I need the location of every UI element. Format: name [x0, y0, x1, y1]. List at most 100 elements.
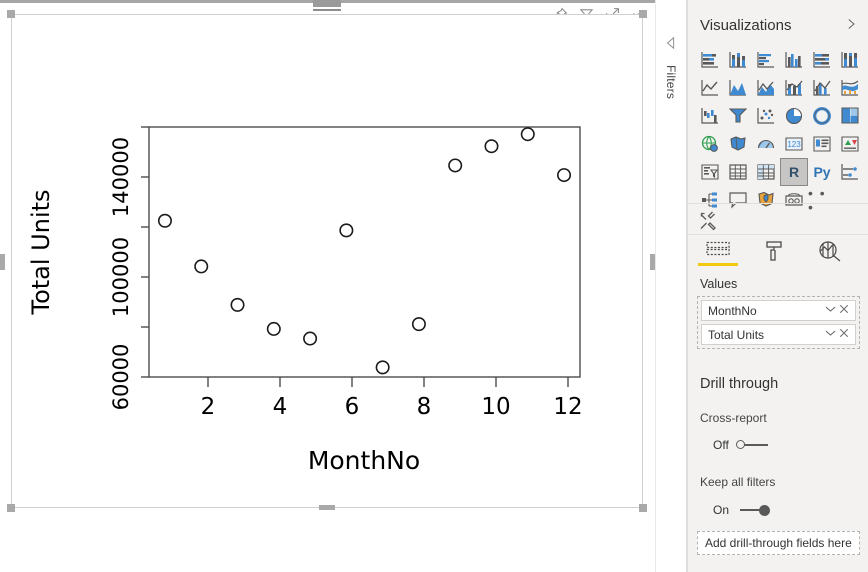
kpi-visual[interactable]: [836, 130, 864, 158]
data-point-series: [157, 127, 572, 375]
cross-report-label: Cross-report: [700, 411, 767, 425]
pie-chart[interactable]: [780, 102, 808, 130]
analytics-magnifier-icon: [819, 241, 841, 262]
fields-tab[interactable]: [698, 238, 738, 274]
gauge-visual[interactable]: [752, 130, 780, 158]
map-visual[interactable]: [696, 130, 724, 158]
stacked-column-chart[interactable]: [724, 46, 752, 74]
more-visuals-dots-icon: • • •: [808, 185, 827, 215]
scatter-chart[interactable]: [752, 102, 780, 130]
values-field-dropzone[interactable]: MonthNo Total Units: [697, 296, 860, 349]
line-and-stacked-column-chart-icon: [785, 80, 803, 96]
multi-row-card-visual[interactable]: [808, 130, 836, 158]
field-pill-total-units[interactable]: Total Units: [701, 324, 856, 345]
format-tools-icon[interactable]: [698, 209, 724, 233]
field-well-tabs: [688, 238, 868, 278]
line-and-stacked-column-chart[interactable]: [780, 74, 808, 102]
clustered-column-chart-icon: [785, 52, 802, 68]
paginated-report-visual-icon: [785, 193, 803, 206]
chevron-right-icon[interactable]: [845, 17, 857, 33]
data-point: [230, 297, 245, 312]
pane-divider-2: [688, 234, 868, 235]
data-point: [520, 127, 535, 142]
ribbon-chart[interactable]: [836, 74, 864, 102]
area-chart[interactable]: [724, 74, 752, 102]
arcgis-maps-visual[interactable]: [752, 186, 780, 214]
resize-handle-right[interactable]: [650, 254, 655, 270]
resize-handle-bottom[interactable]: [319, 505, 335, 510]
filters-flyout-tab[interactable]: Filters: [655, 0, 687, 572]
resize-handle-bottom-right[interactable]: [639, 504, 647, 512]
resize-handle-left[interactable]: [0, 254, 5, 270]
plot-box: [148, 126, 581, 378]
gauge-visual-icon: [757, 140, 775, 149]
line-chart[interactable]: [696, 74, 724, 102]
chevron-down-icon[interactable]: [823, 329, 837, 340]
matrix-visual-icon: [757, 164, 775, 180]
data-point: [411, 317, 426, 332]
pane-title: Visualizations: [700, 16, 792, 34]
data-point: [375, 360, 390, 375]
power-bi-report-view: 60000 100000 140000 Total Units 2 4 6 8: [0, 0, 868, 572]
more-visuals[interactable]: • • •: [808, 186, 836, 214]
kpi-visual-icon: [841, 136, 859, 152]
x-axis-title: MonthNo: [308, 446, 420, 475]
paginated-report-visual[interactable]: [780, 186, 808, 214]
y-tick-label-60000: 60000: [109, 344, 133, 411]
filled-map-visual[interactable]: [724, 130, 752, 158]
line-and-clustered-column-chart[interactable]: [808, 74, 836, 102]
treemap-chart-icon: [841, 107, 859, 124]
toggle-switch-off[interactable]: [735, 439, 770, 451]
cross-report-toggle[interactable]: Off: [713, 438, 770, 452]
line-chart-icon: [701, 80, 718, 96]
clustered-column-chart[interactable]: [780, 46, 808, 74]
y-axis-title: Total Units: [27, 189, 55, 315]
key-influencers-visual[interactable]: [836, 158, 864, 186]
plot-svg: 60000 100000 140000 Total Units 2 4 6 8: [27, 126, 583, 475]
card-visual-icon: 123: [785, 137, 803, 151]
field-pill-monthno[interactable]: MonthNo: [701, 300, 856, 321]
qna-visual[interactable]: [724, 186, 752, 214]
python-script-visual[interactable]: Py: [808, 158, 836, 186]
table-visual[interactable]: [724, 158, 752, 186]
data-point: [484, 139, 499, 154]
qna-visual-icon: [729, 192, 747, 209]
r-script-visual[interactable]: R: [780, 158, 808, 186]
drag-handle[interactable]: [313, 0, 341, 7]
resize-handle-bottom-left[interactable]: [7, 504, 15, 512]
resize-handle-top-right[interactable]: [639, 10, 647, 18]
100-percent-stacked-column-chart[interactable]: [836, 46, 864, 74]
format-tab[interactable]: [754, 238, 794, 274]
donut-chart[interactable]: [808, 102, 836, 130]
key-influencers-visual-icon: [841, 164, 858, 180]
ribbon-chart-icon: [841, 80, 859, 96]
100-percent-stacked-bar-chart[interactable]: [808, 46, 836, 74]
clustered-bar-chart[interactable]: [752, 46, 780, 74]
decomposition-tree-visual-icon: [702, 192, 717, 208]
visualizations-title-row: Visualizations: [688, 12, 868, 38]
toggle-switch-on[interactable]: [736, 504, 771, 516]
stacked-area-chart-icon: [757, 80, 774, 96]
data-point: [194, 259, 209, 274]
data-point: [448, 158, 463, 173]
resize-handle-top-left[interactable]: [7, 10, 15, 18]
waterfall-chart[interactable]: [696, 102, 724, 130]
card-visual[interactable]: 123: [780, 130, 808, 158]
donut-chart-icon: [813, 107, 831, 125]
funnel-chart[interactable]: [724, 102, 752, 130]
close-icon[interactable]: [837, 328, 851, 341]
chevron-down-icon[interactable]: [823, 305, 837, 316]
stacked-bar-chart[interactable]: [696, 46, 724, 74]
matrix-visual[interactable]: [752, 158, 780, 186]
drill-through-dropzone[interactable]: Add drill-through fields here: [697, 531, 860, 555]
analytics-tab[interactable]: [810, 238, 850, 274]
stacked-area-chart[interactable]: [752, 74, 780, 102]
close-icon[interactable]: [837, 304, 851, 317]
field-pill-label: Total Units: [708, 327, 765, 342]
python-script-visual-label: Py: [813, 164, 831, 180]
keep-all-filters-toggle[interactable]: On: [713, 503, 771, 517]
slicer-visual[interactable]: [696, 158, 724, 186]
100-percent-stacked-column-chart-icon: [841, 52, 858, 68]
keep-all-filters-label: Keep all filters: [700, 475, 776, 489]
treemap-chart[interactable]: [836, 102, 864, 130]
